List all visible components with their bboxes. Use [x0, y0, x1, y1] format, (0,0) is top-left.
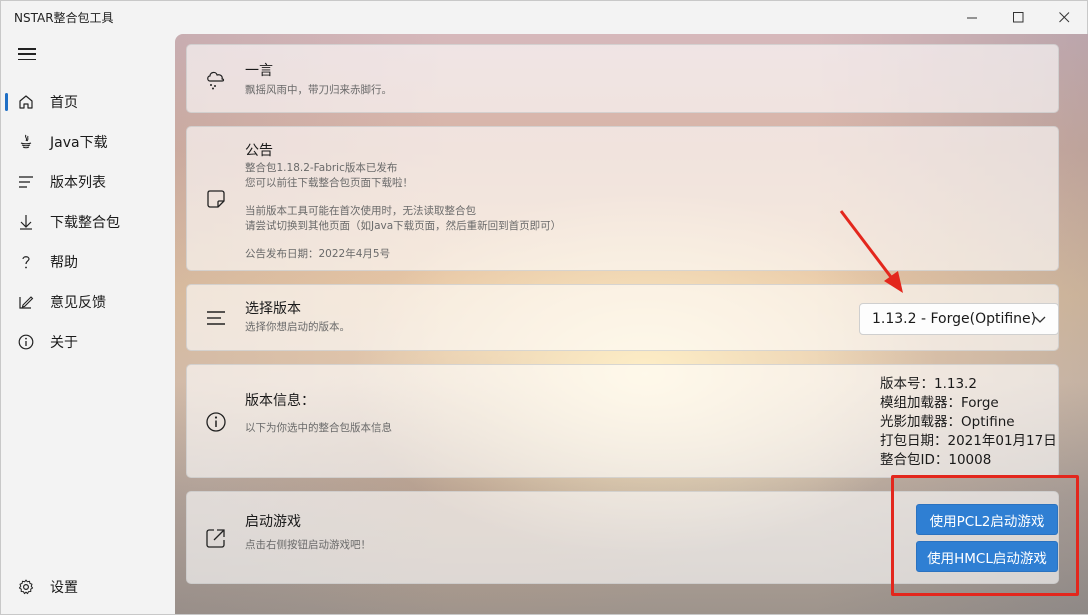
download-icon	[18, 214, 34, 230]
sidebar-item-feedback[interactable]: 意见反馈	[1, 282, 175, 322]
sidebar-item-label: 设置	[50, 580, 78, 596]
main-content: 一言 飘摇风雨中，带刀归来赤脚行。 公告 整合包1.18.2-Fabric版本已…	[175, 34, 1088, 614]
notice-line: 整合包1.18.2-Fabric版本已发布	[245, 162, 398, 174]
gear-icon	[18, 579, 34, 595]
list-icon	[205, 307, 227, 329]
sidebar-item-download-pack[interactable]: 下载整合包	[1, 202, 175, 242]
app-window: NSTAR整合包工具 首页 Java下载 版本列表 下载整合包 帮助 意见反馈 …	[0, 0, 1088, 615]
version-number: 版本号：1.13.2	[880, 376, 977, 392]
note-icon	[205, 188, 227, 210]
mod-loader: 模组加载器：Forge	[880, 395, 999, 411]
maximize-icon	[1012, 12, 1023, 23]
open-external-icon	[205, 527, 227, 549]
notice-line: 请尝试切换到其他页面（如Java下载页面，然后重新回到首页即可）	[245, 220, 562, 232]
hamburger-icon[interactable]	[18, 46, 36, 62]
home-icon	[18, 94, 34, 110]
shader-loader: 光影加载器：Optifine	[880, 414, 1015, 430]
title-bar: NSTAR整合包工具	[1, 1, 1087, 34]
launch-card: 启动游戏 点击右侧按钮启动游戏吧！ 使用PCL2启动游戏 使用HMCL启动游戏	[186, 491, 1059, 584]
version-info-title: 版本信息：	[245, 393, 315, 409]
sidebar-item-version-list[interactable]: 版本列表	[1, 162, 175, 202]
close-button[interactable]	[1041, 1, 1087, 34]
launch-subtitle: 点击右侧按钮启动游戏吧！	[245, 539, 371, 551]
window-controls	[949, 1, 1087, 34]
list-icon	[18, 174, 34, 190]
close-icon	[1058, 12, 1069, 23]
notice-line: 您可以前往下载整合包页面下载啦！	[245, 177, 413, 189]
info-icon	[205, 411, 227, 433]
chevron-down-icon	[1034, 316, 1046, 323]
maximize-button[interactable]	[995, 1, 1041, 34]
question-icon	[18, 254, 34, 270]
sidebar-item-java-download[interactable]: Java下载	[1, 122, 175, 162]
minimize-button[interactable]	[949, 1, 995, 34]
quote-card: 一言 飘摇风雨中，带刀归来赤脚行。	[186, 44, 1059, 113]
notice-body: 整合包1.18.2-Fabric版本已发布 您可以前往下载整合包页面下载啦！ 当…	[245, 161, 561, 262]
version-info-subtitle: 以下为你选中的整合包版本信息	[245, 422, 392, 434]
sidebar-item-label: 首页	[50, 95, 78, 111]
sidebar-item-settings[interactable]: 设置	[1, 567, 175, 607]
notice-title: 公告	[245, 143, 273, 159]
launch-pcl2-button[interactable]: 使用PCL2启动游戏	[916, 504, 1058, 535]
weather-cloud-icon	[205, 68, 227, 90]
version-select-title: 选择版本	[245, 301, 301, 317]
java-icon	[18, 134, 34, 150]
pack-date: 打包日期：2021年01月17日	[880, 433, 1057, 449]
notice-date: 公告发布日期：2022年4月5号	[245, 248, 391, 260]
sidebar: 首页 Java下载 版本列表 下载整合包 帮助 意见反馈 关于 设置	[1, 34, 175, 614]
sidebar-nav: 首页 Java下载 版本列表 下载整合包 帮助 意见反馈 关于	[1, 82, 175, 362]
info-icon	[18, 334, 34, 350]
version-info-details: 版本号：1.13.2 模组加载器：Forge 光影加载器：Optifine 打包…	[880, 375, 1057, 470]
version-dropdown[interactable]: 1.13.2 - Forge(Optifine)	[859, 303, 1059, 335]
window-title: NSTAR整合包工具	[14, 11, 114, 25]
minimize-icon	[966, 17, 977, 19]
sidebar-item-label: 帮助	[50, 255, 78, 271]
launch-hmcl-button[interactable]: 使用HMCL启动游戏	[916, 541, 1058, 572]
sidebar-item-about[interactable]: 关于	[1, 322, 175, 362]
launch-title: 启动游戏	[245, 514, 301, 530]
notice-line: 当前版本工具可能在首次使用时，无法读取整合包	[245, 205, 476, 217]
sidebar-item-home[interactable]: 首页	[1, 82, 175, 122]
version-info-card: 版本信息： 以下为你选中的整合包版本信息 版本号：1.13.2 模组加载器：Fo…	[186, 364, 1059, 478]
sidebar-item-label: 下载整合包	[50, 215, 120, 231]
version-select-card: 选择版本 选择你想启动的版本。 1.13.2 - Forge(Optifine)	[186, 284, 1059, 351]
sidebar-item-help[interactable]: 帮助	[1, 242, 175, 282]
quote-text: 飘摇风雨中，带刀归来赤脚行。	[245, 84, 392, 96]
feedback-icon	[18, 294, 34, 310]
quote-title: 一言	[245, 63, 273, 79]
pack-id: 整合包ID：10008	[880, 452, 992, 468]
notice-card: 公告 整合包1.18.2-Fabric版本已发布 您可以前往下载整合包页面下载啦…	[186, 126, 1059, 271]
version-dropdown-value: 1.13.2 - Forge(Optifine)	[872, 311, 1037, 327]
sidebar-item-label: Java下载	[50, 135, 108, 151]
version-select-subtitle: 选择你想启动的版本。	[245, 321, 350, 333]
sidebar-footer: 设置	[1, 567, 175, 607]
sidebar-item-label: 意见反馈	[50, 295, 106, 311]
sidebar-item-label: 版本列表	[50, 175, 106, 191]
sidebar-item-label: 关于	[50, 335, 78, 351]
